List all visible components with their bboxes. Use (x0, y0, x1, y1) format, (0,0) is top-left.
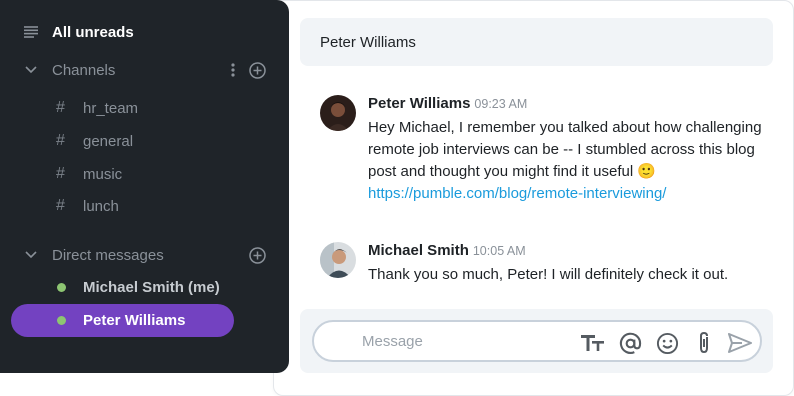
online-status-dot (57, 283, 66, 292)
composer-area (300, 309, 773, 373)
message-input[interactable] (362, 330, 562, 352)
message-timestamp: 10:05 AM (472, 244, 526, 258)
add-channel-icon[interactable] (249, 61, 266, 79)
channels-section-header[interactable]: Channels (24, 55, 274, 85)
send-icon[interactable] (727, 330, 753, 356)
add-direct-message-icon[interactable] (249, 246, 266, 264)
message-author[interactable]: Michael Smith (368, 242, 469, 259)
sidebar-item-channel[interactable]: # music (56, 159, 122, 189)
channel-label: music (83, 165, 123, 183)
text-format-icon[interactable] (580, 330, 606, 356)
message-author[interactable]: Peter Williams (368, 95, 470, 112)
paperclip-icon[interactable] (691, 330, 717, 356)
all-unreads-item[interactable]: All unreads (24, 17, 134, 47)
sidebar-item-channel[interactable]: # general (56, 126, 133, 156)
message-composer (312, 320, 762, 362)
chevron-down-icon (24, 251, 38, 259)
at-sign-icon[interactable] (617, 330, 643, 356)
chevron-down-icon (24, 66, 38, 74)
avatar[interactable] (320, 242, 356, 278)
channel-label: lunch (83, 197, 119, 215)
conversation-title: Peter Williams (320, 33, 416, 51)
all-unreads-label: All unreads (52, 23, 134, 41)
channels-section-label: Channels (52, 61, 116, 79)
avatar[interactable] (320, 95, 356, 131)
smiley-icon[interactable] (654, 330, 680, 356)
sidebar: All unreads Channels # hr_team # general… (0, 0, 289, 373)
kebab-menu-icon[interactable] (231, 63, 235, 77)
hash-icon: # (56, 165, 65, 182)
message-timestamp: 09:23 AM (474, 97, 528, 111)
hash-icon: # (56, 197, 65, 214)
hash-icon: # (56, 99, 65, 116)
hash-icon: # (56, 132, 65, 149)
online-status-dot (57, 316, 66, 325)
channel-label: hr_team (83, 99, 139, 117)
sidebar-item-dm-michael-smith[interactable]: Michael Smith (me) (11, 271, 234, 304)
sidebar-item-channel[interactable]: # hr_team (56, 93, 138, 123)
chat-header: Peter Williams (300, 18, 773, 66)
dm-label: Michael Smith (me) (83, 279, 220, 296)
direct-messages-section-header[interactable]: Direct messages (24, 240, 274, 270)
direct-messages-section-label: Direct messages (52, 246, 164, 264)
message-text: Hey Michael, I remember you talked about… (368, 119, 762, 180)
sidebar-item-channel[interactable]: # lunch (56, 191, 119, 221)
message-text: Thank you so much, Peter! I will definit… (368, 266, 729, 283)
channel-label: general (83, 132, 134, 150)
list-lines-icon (24, 26, 38, 38)
message-link[interactable]: https://pumble.com/blog/remote-interview… (368, 183, 768, 205)
dm-label: Peter Williams (83, 312, 186, 329)
sidebar-item-dm-peter-williams[interactable]: Peter Williams (11, 304, 234, 337)
